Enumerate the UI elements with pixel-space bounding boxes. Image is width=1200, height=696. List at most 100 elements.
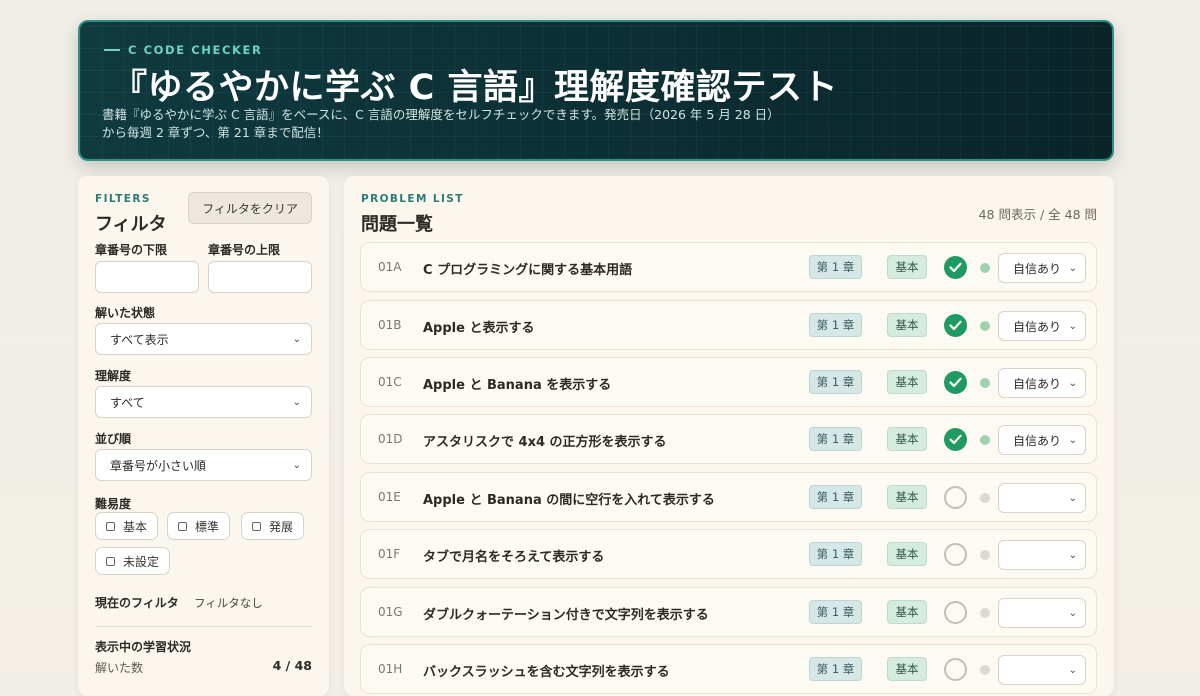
filter-panel: FILTERS フィルタ フィルタをクリア 章番号の下限 章番号の上限 解いた状…	[78, 176, 329, 696]
clear-filters-button[interactable]: フィルタをクリア	[188, 192, 312, 224]
chapter-max-input[interactable]	[208, 261, 312, 293]
status-dot-icon	[980, 493, 990, 503]
sort-value: 章番号が小さい順	[110, 458, 207, 473]
status-dot-icon	[980, 263, 990, 273]
confidence-select[interactable]: 自信あり ⌄	[998, 253, 1086, 283]
difficulty-chip-advanced[interactable]: 発展	[241, 512, 305, 540]
chapter-tag: 第 1 章	[809, 657, 862, 681]
problem-title[interactable]: バックスラッシュを含む文字列を表示する	[423, 661, 670, 680]
chevron-down-icon: ⌄	[292, 333, 301, 345]
header-kicker: C CODE CHECKER	[104, 43, 262, 57]
problem-title[interactable]: タブで月名をそろえて表示する	[423, 546, 604, 565]
chapter-tag: 第 1 章	[809, 370, 862, 394]
chevron-down-icon: ⌄	[1068, 664, 1077, 676]
understanding-label: 理解度	[95, 369, 132, 383]
problem-id: 01G	[378, 605, 403, 619]
status-dot-icon	[980, 378, 990, 388]
problem-row[interactable]: 01D アスタリスクで 4x4 の正方形を表示する 第 1 章 基本 自信あり ⌄	[360, 414, 1097, 464]
problem-row[interactable]: 01B Apple と表示する 第 1 章 基本 自信あり ⌄	[360, 300, 1097, 350]
unsolved-circle-icon[interactable]	[944, 543, 967, 566]
status-dot-icon	[980, 665, 990, 675]
solved-check-icon[interactable]	[944, 428, 967, 451]
problem-id: 01F	[378, 547, 401, 561]
status-dot-icon	[980, 435, 990, 445]
level-tag: 基本	[887, 427, 927, 451]
chapter-max-label: 章番号の上限	[208, 243, 281, 257]
confidence-select[interactable]: ⌄	[998, 655, 1086, 685]
confidence-value: 自信あり	[1013, 376, 1062, 391]
filters-title: フィルタ	[95, 214, 167, 235]
confidence-select[interactable]: 自信あり ⌄	[998, 425, 1086, 455]
difficulty-chip-label: 発展	[269, 519, 294, 534]
confidence-select[interactable]: ⌄	[998, 483, 1086, 513]
solved-count-label: 解いた数	[95, 661, 144, 675]
problem-row[interactable]: 01G ダブルクォーテーション付きで文字列を表示する 第 1 章 基本 ⌄	[360, 587, 1097, 637]
level-tag: 基本	[887, 313, 927, 337]
problem-row[interactable]: 01F タブで月名をそろえて表示する 第 1 章 基本 ⌄	[360, 529, 1097, 579]
chevron-down-icon: ⌄	[1068, 607, 1077, 619]
solved-check-icon[interactable]	[944, 314, 967, 337]
page-description: 書籍『ゆるやかに学ぶ C 言語』をベースに、C 言語の理解度をセルフチェックでき…	[102, 107, 780, 140]
level-tag: 基本	[887, 485, 927, 509]
chevron-down-icon: ⌄	[292, 459, 301, 471]
solved-check-icon[interactable]	[944, 256, 967, 279]
solved-check-icon[interactable]	[944, 371, 967, 394]
problem-list-panel: PROBLEM LIST 問題一覧 48 問表示 / 全 48 問 01A C プ…	[344, 176, 1114, 696]
difficulty-chip-unset[interactable]: 未設定	[95, 547, 171, 575]
understanding-select[interactable]: すべて ⌄	[95, 386, 312, 418]
header-banner: C CODE CHECKER 『ゆるやかに学ぶ C 言語』理解度確認テスト 書籍…	[78, 20, 1114, 161]
level-tag: 基本	[887, 255, 927, 279]
problem-id: 01H	[378, 662, 403, 676]
difficulty-chip-label: 未設定	[123, 554, 160, 569]
header-kicker-text: C CODE CHECKER	[128, 43, 263, 57]
confidence-select[interactable]: ⌄	[998, 540, 1086, 570]
chapter-tag: 第 1 章	[809, 255, 862, 279]
filters-kicker: FILTERS	[95, 193, 151, 205]
chevron-down-icon: ⌄	[1068, 320, 1077, 332]
level-tag: 基本	[887, 600, 927, 624]
difficulty-chip-standard[interactable]: 標準	[167, 512, 231, 540]
problem-title[interactable]: Apple と Banana を表示する	[423, 374, 611, 393]
confidence-select[interactable]: 自信あり ⌄	[998, 311, 1086, 341]
problem-title[interactable]: アスタリスクで 4x4 の正方形を表示する	[423, 431, 667, 450]
level-tag: 基本	[887, 370, 927, 394]
problem-row[interactable]: 01A C プログラミングに関する基本用語 第 1 章 基本 自信あり ⌄	[360, 242, 1097, 292]
problem-row[interactable]: 01C Apple と Banana を表示する 第 1 章 基本 自信あり ⌄	[360, 357, 1097, 407]
status-dot-icon	[980, 321, 990, 331]
chapter-min-input[interactable]	[95, 261, 199, 293]
sort-select[interactable]: 章番号が小さい順 ⌄	[95, 449, 312, 481]
solved-state-label: 解いた状態	[95, 306, 156, 320]
problem-title[interactable]: C プログラミングに関する基本用語	[423, 259, 632, 278]
checkbox-icon	[178, 521, 187, 531]
checkbox-icon	[106, 556, 115, 566]
chevron-down-icon: ⌄	[292, 396, 301, 408]
chapter-tag: 第 1 章	[809, 542, 862, 566]
problem-row[interactable]: 01E Apple と Banana の間に空行を入れて表示する 第 1 章 基本 ⌄	[360, 472, 1097, 522]
confidence-select[interactable]: ⌄	[998, 598, 1086, 628]
solved-state-select[interactable]: すべて表示 ⌄	[95, 323, 312, 355]
kicker-dash	[104, 49, 120, 51]
problem-title[interactable]: ダブルクォーテーション付きで文字列を表示する	[423, 604, 709, 623]
solved-state-value: すべて表示	[110, 332, 169, 347]
problem-id: 01C	[378, 375, 402, 389]
difficulty-chip-basic[interactable]: 基本	[95, 512, 159, 540]
confidence-select[interactable]: 自信あり ⌄	[998, 368, 1086, 398]
status-dot-icon	[980, 608, 990, 618]
understanding-value: すべて	[110, 395, 145, 410]
sort-label: 並び順	[95, 432, 132, 446]
problem-title[interactable]: Apple と Banana の間に空行を入れて表示する	[423, 489, 715, 508]
difficulty-chip-label: 標準	[195, 519, 220, 534]
problem-title[interactable]: Apple と表示する	[423, 317, 534, 336]
status-dot-icon	[980, 550, 990, 560]
unsolved-circle-icon[interactable]	[944, 658, 967, 681]
problem-id: 01D	[378, 432, 403, 446]
problem-row[interactable]: 01H バックスラッシュを含む文字列を表示する 第 1 章 基本 ⌄	[360, 644, 1097, 694]
unsolved-circle-icon[interactable]	[944, 601, 967, 624]
chapter-min-label: 章番号の下限	[95, 243, 168, 257]
unsolved-circle-icon[interactable]	[944, 486, 967, 509]
page-title: 『ゆるやかに学ぶ C 言語』理解度確認テスト	[112, 68, 839, 108]
chevron-down-icon: ⌄	[1068, 549, 1077, 561]
current-filter-value: フィルタなし	[194, 596, 263, 610]
chevron-down-icon: ⌄	[1068, 434, 1077, 446]
problem-list-title: 問題一覧	[361, 214, 433, 235]
